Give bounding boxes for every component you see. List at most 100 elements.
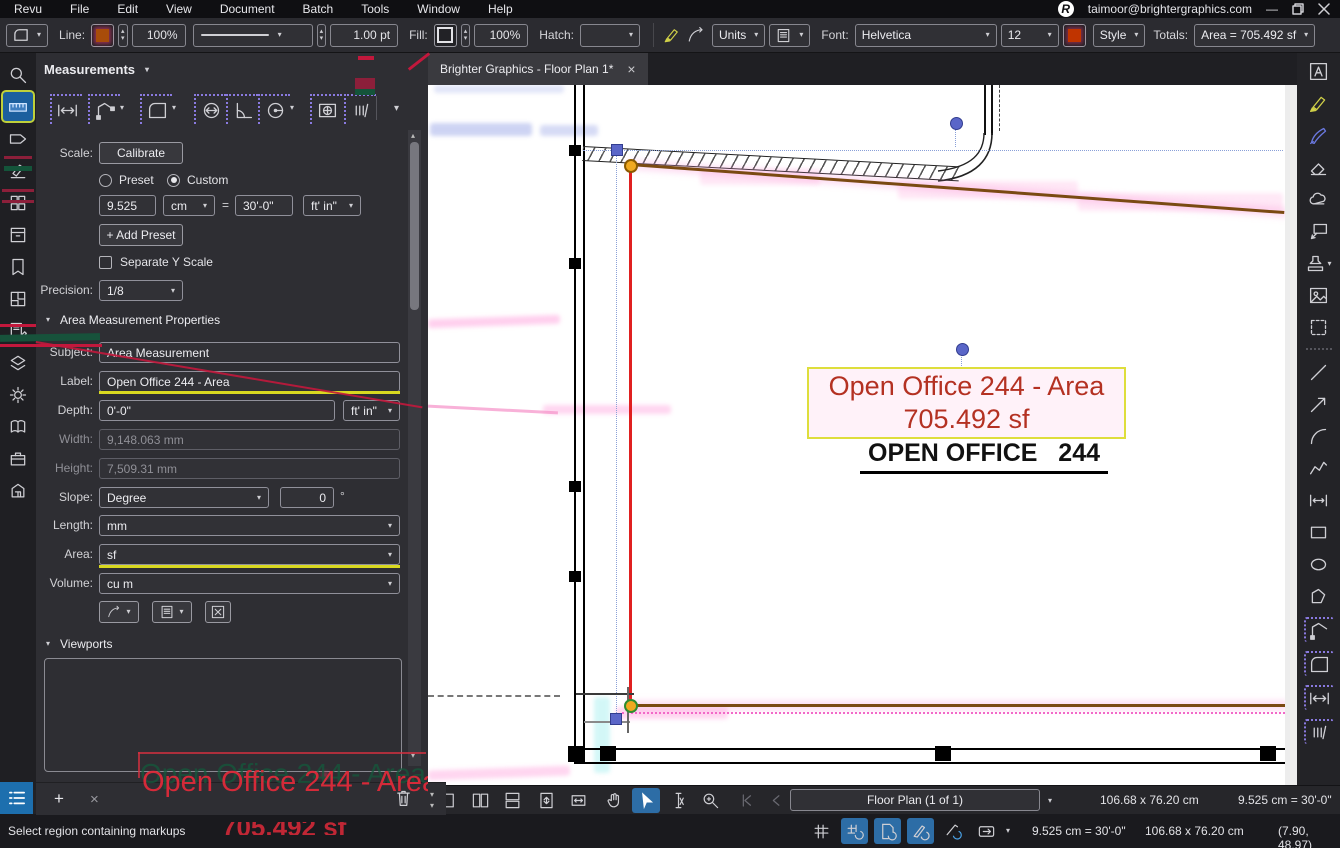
remove-viewport-button[interactable]: × xyxy=(90,791,99,808)
measure-volume-tool[interactable] xyxy=(310,94,342,124)
dimension-tool-icon[interactable] xyxy=(1305,489,1333,512)
control-point-dot[interactable] xyxy=(950,117,963,130)
selection-handle-square[interactable] xyxy=(610,713,622,725)
properties-panel-icon[interactable] xyxy=(3,124,33,153)
file-access-panel-icon[interactable] xyxy=(3,220,33,249)
page-label-box[interactable]: Floor Plan (1 of 1) xyxy=(790,789,1040,811)
preset-radio[interactable]: Preset xyxy=(99,173,154,187)
scale-unit-dropdown[interactable]: cm▾ xyxy=(163,195,215,216)
label-input[interactable]: Open Office 244 - Area xyxy=(99,371,400,392)
add-viewport-button[interactable]: + xyxy=(54,789,64,809)
grid-toggle-icon[interactable] xyxy=(808,818,835,844)
font-dropdown[interactable]: Helvetica▾ xyxy=(855,24,997,47)
3d-model-panel-icon[interactable] xyxy=(3,476,33,505)
chevron-down-icon[interactable]: ▾ xyxy=(172,104,176,112)
viewports-section-header[interactable]: ▾Viewports xyxy=(46,637,113,651)
measurements-panel-icon[interactable] xyxy=(3,92,33,121)
area-measurement-label[interactable]: Open Office 244 - Area 705.492 sf xyxy=(807,367,1126,439)
caption-options-dropdown[interactable]: ▾ xyxy=(769,24,810,47)
page-list-chevron[interactable]: ▾ xyxy=(1048,797,1052,805)
measure-count-tool[interactable] xyxy=(344,94,376,124)
measure-length-tool-icon[interactable] xyxy=(1304,685,1334,710)
area-edge-left-selected[interactable] xyxy=(629,165,632,703)
caption-button[interactable]: ▾ xyxy=(152,601,192,623)
highlighter-tool-icon[interactable] xyxy=(1305,92,1333,115)
scroll-down-icon[interactable]: ▾ xyxy=(411,752,415,760)
control-point-dot[interactable] xyxy=(956,343,969,356)
measure-polylength-tool[interactable] xyxy=(88,94,120,124)
depth-unit-dropdown[interactable]: ft' in"▾ xyxy=(343,400,400,421)
eraser-tool-icon[interactable] xyxy=(1305,156,1333,179)
line-width-stepper[interactable]: ▴▾ xyxy=(317,24,327,47)
markups-list-toggle-button[interactable] xyxy=(0,782,33,814)
area-edge-bottom[interactable] xyxy=(630,704,1285,707)
arrow-tool-icon[interactable] xyxy=(1305,393,1333,416)
scale-to-input[interactable]: 30'-0" xyxy=(235,195,293,216)
minimize-button[interactable]: — xyxy=(1266,2,1278,16)
select-text-icon[interactable] xyxy=(664,788,692,813)
tool-chest-panel-icon[interactable] xyxy=(3,156,33,185)
menu-view[interactable]: View xyxy=(152,0,206,18)
polygon-tool-icon[interactable] xyxy=(1305,585,1333,608)
reuse-markup-icon[interactable] xyxy=(973,818,1000,844)
text-box-tool-icon[interactable] xyxy=(1305,60,1333,83)
restore-button[interactable] xyxy=(1292,3,1304,15)
measure-area-tool-icon[interactable] xyxy=(1304,651,1334,676)
length-unit-dropdown[interactable]: mm▾ xyxy=(99,515,400,536)
menu-window[interactable]: Window xyxy=(403,0,474,18)
cloud-tool-icon[interactable] xyxy=(1305,188,1333,211)
polyline-tool-icon[interactable] xyxy=(1305,457,1333,480)
volume-unit-dropdown[interactable]: cu m▾ xyxy=(99,573,400,594)
totals-dropdown[interactable]: Area = 705.492 sf▾ xyxy=(1194,24,1315,47)
menu-batch[interactable]: Batch xyxy=(289,0,348,18)
panel-scrollbar-thumb[interactable] xyxy=(410,142,419,310)
style-dropdown[interactable]: Style▾ xyxy=(1093,24,1146,47)
measure-length-tool[interactable] xyxy=(50,94,82,124)
search-icon[interactable] xyxy=(3,60,33,89)
select-tool-icon[interactable] xyxy=(632,788,660,813)
fill-color-swatch[interactable] xyxy=(434,24,457,47)
menu-document[interactable]: Document xyxy=(206,0,289,18)
font-size-dropdown[interactable]: 12▾ xyxy=(1001,24,1059,47)
separate-y-checkbox[interactable]: Separate Y Scale xyxy=(99,255,213,269)
selection-handle-square[interactable] xyxy=(611,144,623,156)
snapshot-tool-icon[interactable] xyxy=(1305,316,1333,339)
line-width-value[interactable]: 1.00 pt xyxy=(330,24,398,47)
tool-overflow-chevron[interactable]: ▾ xyxy=(394,104,399,114)
curve-tool-button[interactable] xyxy=(684,24,708,46)
measure-perimeter-tool-icon[interactable] xyxy=(1304,617,1334,642)
previous-page-icon[interactable] xyxy=(762,788,790,813)
image-tool-icon[interactable] xyxy=(1305,284,1333,307)
bookmarks-panel-icon[interactable] xyxy=(3,252,33,281)
side-by-side-view-icon[interactable] xyxy=(466,788,494,813)
callout-tool-icon[interactable] xyxy=(1305,220,1333,243)
chevron-down-icon[interactable]: ▾ xyxy=(120,104,124,112)
measure-angle-tool[interactable] xyxy=(226,94,258,124)
scale-to-unit-dropdown[interactable]: ft' in"▾ xyxy=(303,195,361,216)
measure-count-tool-icon[interactable] xyxy=(1304,719,1334,744)
rectangle-tool-icon[interactable] xyxy=(1305,521,1333,544)
line-opacity-value[interactable]: 100% xyxy=(132,24,186,47)
area-unit-dropdown[interactable]: sf▾ xyxy=(99,544,400,565)
snap-to-markup-icon[interactable] xyxy=(907,818,934,844)
line-tool-icon[interactable] xyxy=(1305,361,1333,384)
layers-panel-icon[interactable] xyxy=(3,348,33,377)
area-props-section-header[interactable]: ▾Area Measurement Properties xyxy=(46,313,220,327)
studio-panel-icon[interactable] xyxy=(3,412,33,441)
vertex-point-selected[interactable] xyxy=(624,699,638,713)
highlight-mode-button[interactable] xyxy=(660,24,684,46)
slope-dropdown[interactable]: Degree▾ xyxy=(99,487,269,508)
hatch-dropdown[interactable]: ▾ xyxy=(580,24,640,47)
reuse-options-chevron[interactable]: ▾ xyxy=(1006,827,1010,835)
calibrate-button[interactable]: Calibrate xyxy=(99,142,183,164)
canvas-scrollbar[interactable] xyxy=(1285,85,1297,785)
arc-tool-icon[interactable] xyxy=(1305,425,1333,448)
subject-input[interactable]: Area Measurement xyxy=(99,342,400,363)
snap-hints-icon[interactable] xyxy=(940,818,967,844)
thumbnails-panel-icon[interactable] xyxy=(3,188,33,217)
fill-opacity-value[interactable]: 100% xyxy=(474,24,528,47)
scroll-down-icon[interactable]: ▾ xyxy=(430,802,434,810)
scale-value-input[interactable]: 9.525 xyxy=(99,195,156,216)
trash-icon[interactable] xyxy=(395,789,412,810)
panel-title-row[interactable]: Measurements ▾ xyxy=(44,62,149,77)
